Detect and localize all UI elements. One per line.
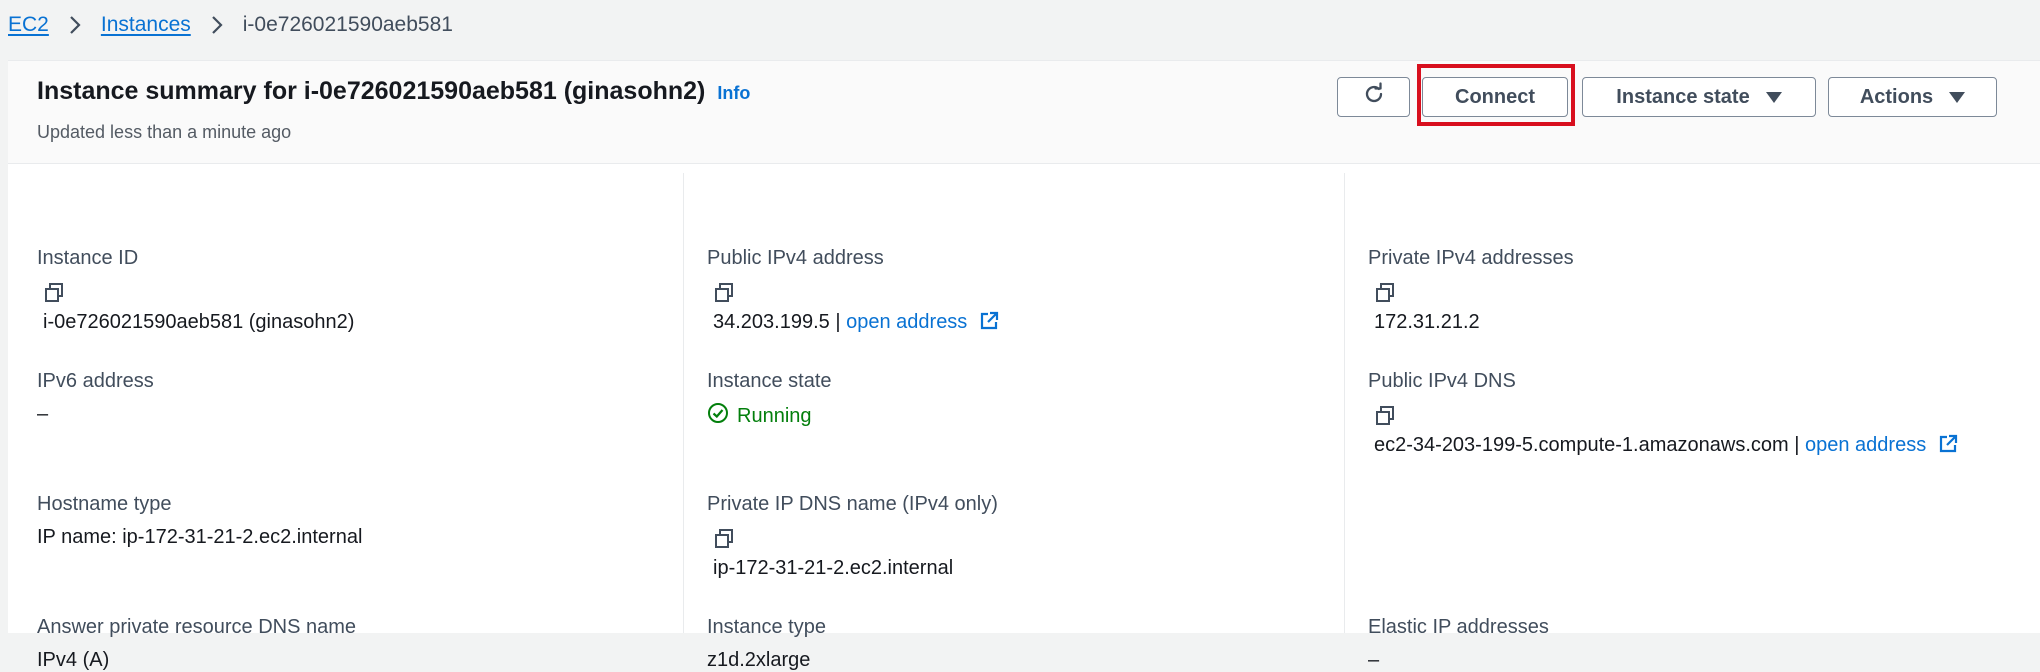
ipv6-value: –	[37, 403, 49, 425]
answer-dns-label: Answer private resource DNS name	[37, 616, 357, 638]
public-dns-label: Public IPv4 DNS	[1368, 370, 1516, 392]
caret-down-icon	[1765, 91, 1782, 103]
public-ipv4-label: Public IPv4 address	[707, 247, 884, 269]
ipv6-field: IPv6 address –	[37, 369, 673, 426]
copy-icon[interactable]	[1374, 405, 1396, 427]
info-link[interactable]: Info	[717, 83, 750, 104]
public-ipv4-field: Public IPv4 address 34.203.199.5 | open …	[707, 246, 1334, 337]
external-link-icon[interactable]	[979, 311, 999, 337]
breadcrumb: EC2 Instances i-0e726021590aeb581	[8, 10, 453, 40]
public-dns-value: ec2-34-203-199-5.compute-1.amazonaws.com	[1374, 434, 1789, 456]
actions-label: Actions	[1859, 85, 1934, 108]
private-dns-value: ip-172-31-21-2.ec2.internal	[713, 557, 954, 579]
instance-state-label: Instance state	[1616, 85, 1750, 108]
private-ipv4-field: Private IPv4 addresses 172.31.21.2	[1368, 246, 2030, 334]
instance-state-field: Instance state Running	[707, 369, 1334, 430]
instance-id-field: Instance ID i-0e726021590aeb581 (ginasoh…	[37, 246, 673, 334]
copy-icon[interactable]	[1374, 282, 1396, 304]
details-column-3: Private IPv4 addresses 172.31.21.2 Publi…	[1345, 173, 2040, 671]
value-separator: |	[835, 311, 841, 333]
elastic-ip-field: Elastic IP addresses –	[1368, 615, 2030, 672]
connect-button[interactable]: Connect	[1422, 77, 1568, 117]
private-dns-field: Private IP DNS name (IPv4 only) ip-172-3…	[707, 492, 1334, 580]
instance-type-value: z1d.2xlarge	[707, 649, 811, 671]
details-column-2: Public IPv4 address 34.203.199.5 | open …	[684, 173, 1345, 671]
copy-icon[interactable]	[43, 282, 65, 304]
instance-type-field: Instance type z1d.2xlarge	[707, 615, 1334, 672]
instance-id-label: Instance ID	[37, 247, 139, 269]
hostname-type-field: Hostname type IP name: ip-172-31-21-2.ec…	[37, 492, 673, 549]
open-address-link[interactable]: open address	[1805, 434, 1926, 456]
public-ipv4-value: 34.203.199.5	[713, 311, 830, 333]
answer-dns-value: IPv4 (A)	[37, 649, 110, 671]
hostname-type-label: Hostname type	[37, 493, 172, 515]
instance-type-label: Instance type	[707, 616, 826, 638]
breadcrumb-instances-link[interactable]: Instances	[101, 13, 191, 37]
instance-id-value: i-0e726021590aeb581 (ginasohn2)	[43, 311, 355, 333]
breadcrumb-ec2-link[interactable]: EC2	[8, 13, 49, 37]
page-title-text: Instance summary for i-0e726021590aeb581…	[37, 77, 706, 105]
answer-dns-field: Answer private resource DNS name IPv4 (A…	[37, 615, 673, 672]
status-badge: Running	[707, 402, 1334, 430]
copy-icon[interactable]	[713, 528, 735, 550]
public-ipv4-value-row: 34.203.199.5 | open address	[713, 310, 1334, 337]
copy-icon[interactable]	[713, 282, 735, 304]
caret-down-icon	[1949, 91, 1966, 103]
elastic-ip-label: Elastic IP addresses	[1368, 616, 1549, 638]
hostname-type-value: IP name: ip-172-31-21-2.ec2.internal	[37, 526, 363, 548]
private-ipv4-label: Private IPv4 addresses	[1368, 247, 1574, 269]
chevron-right-icon	[203, 15, 231, 35]
private-dns-label: Private IP DNS name (IPv4 only)	[707, 493, 998, 515]
private-ipv4-value: 172.31.21.2	[1374, 311, 1480, 333]
updated-status: Updated less than a minute ago	[37, 122, 292, 142]
chevron-right-icon	[61, 15, 89, 35]
actions-dropdown[interactable]: Actions	[1828, 77, 1997, 117]
instance-state-value: Running	[737, 405, 812, 427]
refresh-button[interactable]	[1337, 77, 1410, 117]
external-link-icon[interactable]	[1938, 434, 1958, 460]
connect-button-label: Connect	[1455, 85, 1535, 108]
open-address-link[interactable]: open address	[846, 311, 967, 333]
elastic-ip-value: –	[1368, 649, 1380, 671]
public-dns-field: Public IPv4 DNS ec2-34-203-199-5.compute…	[1368, 369, 2030, 460]
public-dns-value-row: ec2-34-203-199-5.compute-1.amazonaws.com…	[1374, 433, 2030, 460]
panel-header: Instance summary for i-0e726021590aeb581…	[8, 61, 2040, 164]
value-separator: |	[1794, 434, 1800, 456]
instance-summary-panel: Instance summary for i-0e726021590aeb581…	[8, 60, 2040, 671]
instance-state-field-label: Instance state	[707, 370, 832, 392]
ipv6-label: IPv6 address	[37, 370, 154, 392]
details-column-1: Instance ID i-0e726021590aeb581 (ginasoh…	[8, 173, 684, 671]
page-title: Instance summary for i-0e726021590aeb581…	[37, 77, 750, 106]
instance-state-dropdown[interactable]: Instance state	[1582, 77, 1816, 117]
refresh-icon	[1362, 82, 1386, 112]
check-circle-icon	[707, 402, 729, 430]
breadcrumb-current: i-0e726021590aeb581	[242, 13, 453, 36]
